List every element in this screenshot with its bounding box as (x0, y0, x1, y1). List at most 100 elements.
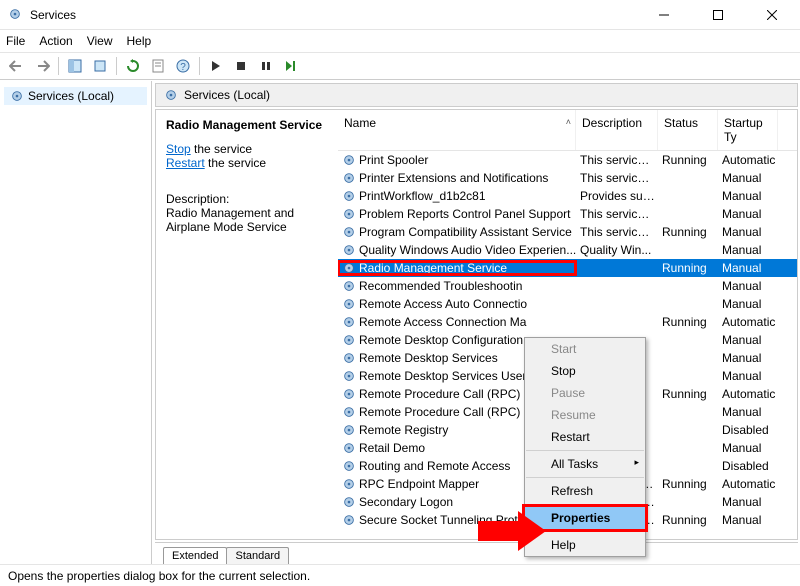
service-name: PrintWorkflow_d1b2c81 (359, 189, 486, 203)
tab-extended[interactable]: Extended (163, 547, 227, 564)
ctx-start: Start (525, 338, 645, 360)
service-status: Running (658, 477, 718, 491)
gear-icon (342, 369, 356, 383)
help-button[interactable]: ? (172, 55, 194, 77)
pause-service-button[interactable] (255, 55, 277, 77)
service-row[interactable]: Print SpoolerThis service ...RunningAuto… (338, 151, 797, 169)
back-button[interactable] (6, 55, 28, 77)
service-startup: Automatic (718, 387, 778, 401)
restart-service-button[interactable] (280, 55, 302, 77)
service-startup: Manual (718, 171, 778, 185)
service-row[interactable]: Problem Reports Control Panel SupportThi… (338, 205, 797, 223)
menu-view[interactable]: View (87, 34, 113, 48)
service-row[interactable]: Program Compatibility Assistant ServiceT… (338, 223, 797, 241)
service-desc: This service ... (576, 207, 658, 221)
ctx-resume: Resume (525, 404, 645, 426)
selected-service-name: Radio Management Service (166, 118, 328, 132)
window-title: Services (30, 8, 644, 22)
service-startup: Manual (718, 207, 778, 221)
service-startup: Manual (718, 243, 778, 257)
restart-link[interactable]: Restart (166, 156, 205, 170)
service-row[interactable]: Remote Access Auto ConnectioManual (338, 295, 797, 313)
service-startup: Automatic (718, 315, 778, 329)
service-startup: Manual (718, 333, 778, 347)
service-name: Remote Desktop Services User (359, 369, 526, 383)
service-name: Routing and Remote Access (359, 459, 510, 473)
ctx-properties[interactable]: Properties (525, 507, 645, 529)
service-desc: This service ... (576, 225, 658, 239)
title-bar: Services (0, 0, 800, 30)
service-startup: Manual (718, 369, 778, 383)
gear-icon (342, 441, 356, 455)
description-label: Description: (166, 192, 328, 206)
service-name: Remote Desktop Configuration (359, 333, 523, 347)
maximize-button[interactable] (698, 1, 738, 29)
service-row[interactable]: Remote Access Connection MaRunningAutoma… (338, 313, 797, 331)
ctx-all-tasks[interactable]: All Tasks (525, 453, 645, 475)
service-row[interactable]: Radio Management ServiceRunningManual (338, 259, 797, 277)
service-name: Radio Management Service (359, 261, 507, 275)
service-name: Remote Registry (359, 423, 448, 437)
start-service-button[interactable] (205, 55, 227, 77)
close-button[interactable] (752, 1, 792, 29)
column-name[interactable]: Name˄ (338, 110, 576, 150)
ctx-stop[interactable]: Stop (525, 360, 645, 382)
service-startup: Disabled (718, 459, 778, 473)
forward-button[interactable] (31, 55, 53, 77)
tab-standard[interactable]: Standard (226, 547, 289, 564)
service-desc: Quality Win... (576, 243, 658, 257)
service-startup: Disabled (718, 423, 778, 437)
gear-icon (10, 89, 24, 103)
service-status: Running (658, 387, 718, 401)
column-status[interactable]: Status (658, 110, 718, 150)
service-name: Recommended Troubleshootin (359, 279, 522, 293)
service-name: RPC Endpoint Mapper (359, 477, 479, 491)
view-tabs: Extended Standard (155, 542, 798, 564)
nav-services-local[interactable]: Services (Local) (4, 87, 147, 105)
ctx-refresh[interactable]: Refresh (525, 480, 645, 502)
service-row[interactable]: Printer Extensions and NotificationsThis… (338, 169, 797, 187)
service-status: Running (658, 153, 718, 167)
service-status: Running (658, 225, 718, 239)
service-row[interactable]: Quality Windows Audio Video Experien...Q… (338, 241, 797, 259)
service-name: Printer Extensions and Notifications (359, 171, 548, 185)
service-startup: Manual (718, 261, 778, 275)
status-text: Opens the properties dialog box for the … (8, 569, 310, 583)
nav-item-label: Services (Local) (28, 89, 114, 103)
column-description[interactable]: Description (576, 110, 658, 150)
content-header: Services (Local) (155, 83, 798, 107)
service-name: Quality Windows Audio Video Experien... (359, 243, 576, 257)
service-name: Print Spooler (359, 153, 428, 167)
properties-button[interactable] (147, 55, 169, 77)
service-status: Running (658, 315, 718, 329)
menu-help[interactable]: Help (127, 34, 152, 48)
ctx-pause: Pause (525, 382, 645, 404)
gear-icon (342, 387, 356, 401)
toolbar: ? (0, 52, 800, 80)
ctx-restart[interactable]: Restart (525, 426, 645, 448)
service-name: Remote Procedure Call (RPC) L (359, 405, 530, 419)
column-startup[interactable]: Startup Ty (718, 110, 778, 150)
stop-service-button[interactable] (230, 55, 252, 77)
stop-link[interactable]: Stop (166, 142, 191, 156)
service-row[interactable]: PrintWorkflow_d1b2c81Provides sup...Manu… (338, 187, 797, 205)
service-name: Retail Demo (359, 441, 425, 455)
menu-bar: File Action View Help (0, 30, 800, 52)
menu-action[interactable]: Action (39, 34, 72, 48)
gear-icon (342, 207, 356, 221)
service-desc: Provides sup... (576, 189, 658, 203)
service-name: Remote Procedure Call (RPC) (359, 387, 520, 401)
ctx-help[interactable]: Help (525, 534, 645, 556)
service-info-panel: Radio Management Service Stop the servic… (156, 110, 338, 539)
gear-icon (342, 351, 356, 365)
export-list-button[interactable] (89, 55, 111, 77)
service-startup: Manual (718, 351, 778, 365)
content-title: Services (Local) (184, 88, 270, 102)
service-startup: Manual (718, 297, 778, 311)
show-hide-tree-button[interactable] (64, 55, 86, 77)
service-row[interactable]: Recommended TroubleshootinManual (338, 277, 797, 295)
minimize-button[interactable] (644, 1, 684, 29)
gear-icon (342, 297, 356, 311)
refresh-button[interactable] (122, 55, 144, 77)
menu-file[interactable]: File (6, 34, 25, 48)
